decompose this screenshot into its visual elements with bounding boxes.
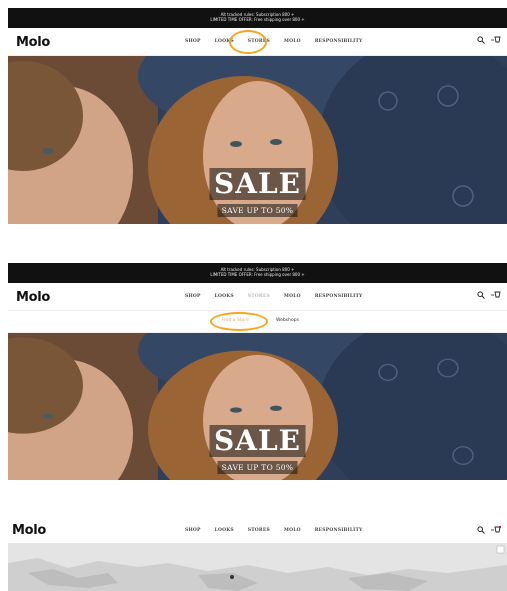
sale-title: SALE bbox=[209, 168, 306, 200]
promo-bar: Alt tracked rules: Subscription 800 + LI… bbox=[8, 8, 507, 28]
main-nav: SHOP LOOKS STORES MOLO RESPONSIBILITY bbox=[178, 294, 369, 299]
nav-molo[interactable]: MOLO bbox=[277, 528, 308, 533]
promo-line-2[interactable]: LIMITED TIME OFFER: Free shipping over 8… bbox=[8, 17, 507, 22]
nav-stores[interactable]: STORES bbox=[241, 528, 277, 533]
header-actions bbox=[477, 36, 501, 44]
nav-shop[interactable]: SHOP bbox=[178, 294, 208, 299]
brand-logo[interactable]: Molo bbox=[16, 290, 50, 305]
nav-responsibility[interactable]: RESPONSIBILITY bbox=[308, 294, 370, 299]
hero-banner[interactable]: SALE SAVE UP TO 50% bbox=[8, 333, 507, 480]
find-store-highlight-ring bbox=[210, 312, 268, 331]
nav-shop[interactable]: SHOP bbox=[178, 39, 208, 44]
sale-title: SALE bbox=[209, 425, 306, 457]
nav-looks[interactable]: LOOKS bbox=[208, 294, 241, 299]
screenshot-step-3: Molo SHOP LOOKS STORES MOLO RESPONSIBILI… bbox=[8, 515, 507, 591]
main-nav: SHOP LOOKS STORES MOLO RESPONSIBILITY bbox=[178, 528, 369, 533]
nav-shop[interactable]: SHOP bbox=[178, 528, 208, 533]
screenshot-step-2: Alt tracked rules: Subscription 800 + LI… bbox=[8, 263, 507, 480]
site-header: Molo SHOP LOOKS STORES MOLO RESPONSIBILI… bbox=[8, 515, 507, 543]
stores-dropdown: Find a Store Webshops bbox=[8, 311, 507, 333]
site-header: Molo SHOP LOOKS STORES MOLO RESPONSIBILI… bbox=[8, 28, 507, 56]
sale-overlay: SALE SAVE UP TO 50% bbox=[209, 168, 306, 218]
nav-molo[interactable]: MOLO bbox=[277, 39, 308, 44]
search-icon[interactable] bbox=[477, 291, 485, 299]
sale-overlay: SALE SAVE UP TO 50% bbox=[209, 425, 306, 475]
hero-banner[interactable]: SALE SAVE UP TO 50% bbox=[8, 56, 507, 224]
cart-icon[interactable] bbox=[491, 526, 501, 534]
promo-line-2[interactable]: LIMITED TIME OFFER: Free shipping over 8… bbox=[8, 272, 507, 277]
nav-looks[interactable]: LOOKS bbox=[208, 528, 241, 533]
main-nav: SHOP LOOKS STORES MOLO RESPONSIBILITY bbox=[178, 39, 369, 44]
search-icon[interactable] bbox=[477, 526, 485, 534]
cart-icon[interactable] bbox=[491, 36, 501, 44]
screenshot-step-1: Alt tracked rules: Subscription 800 + LI… bbox=[8, 8, 507, 224]
site-header: Molo SHOP LOOKS STORES MOLO RESPONSIBILI… bbox=[8, 283, 507, 311]
brand-logo[interactable]: Molo bbox=[12, 523, 46, 538]
nav-responsibility[interactable]: RESPONSIBILITY bbox=[308, 39, 370, 44]
nav-stores[interactable]: STORES bbox=[241, 294, 277, 299]
stores-highlight-ring bbox=[229, 30, 267, 54]
store-map[interactable] bbox=[8, 543, 507, 591]
header-actions bbox=[477, 526, 501, 534]
header-actions bbox=[477, 291, 501, 299]
sale-subtitle: SAVE UP TO 50% bbox=[217, 461, 298, 474]
promo-bar: Alt tracked rules: Subscription 800 + LI… bbox=[8, 263, 507, 283]
nav-molo[interactable]: MOLO bbox=[277, 294, 308, 299]
map-graphic bbox=[8, 543, 507, 591]
search-icon[interactable] bbox=[477, 36, 485, 44]
nav-responsibility[interactable]: RESPONSIBILITY bbox=[308, 528, 370, 533]
cart-icon[interactable] bbox=[491, 291, 501, 299]
submenu-webshops[interactable]: Webshops bbox=[276, 318, 299, 323]
sale-subtitle: SAVE UP TO 50% bbox=[217, 204, 298, 217]
brand-logo[interactable]: Molo bbox=[16, 35, 50, 50]
